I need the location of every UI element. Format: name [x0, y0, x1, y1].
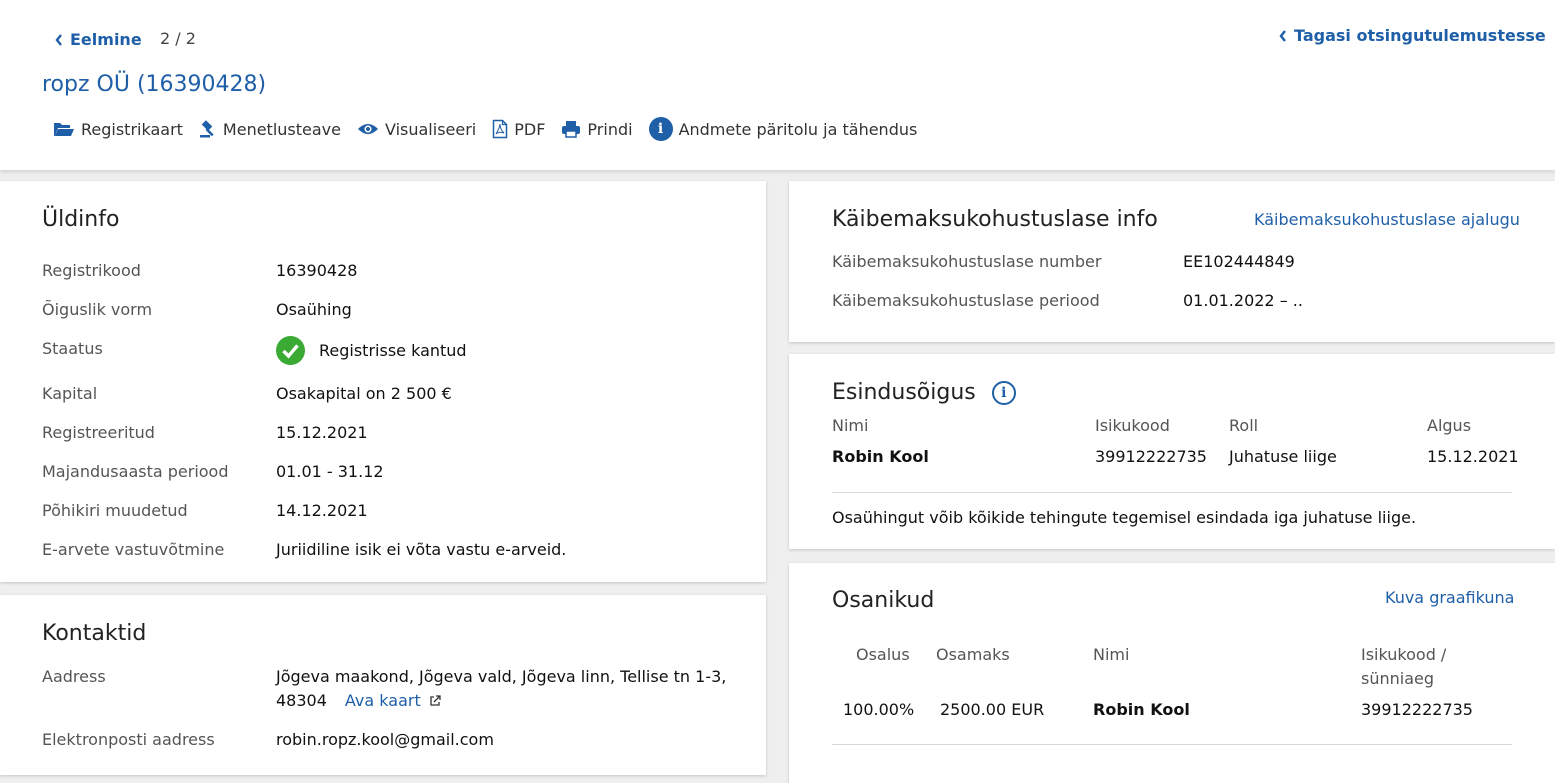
field-label: Registrikood — [42, 261, 141, 280]
representative-role: Juhatuse liige — [1229, 447, 1337, 466]
pdf-file-icon — [493, 119, 508, 139]
legal-form-value: Osaühing — [276, 300, 352, 319]
field-label: Käibemaksukohustuslase number — [832, 252, 1102, 271]
column-header: Algus — [1427, 416, 1472, 435]
field-label: Registreeritud — [42, 423, 155, 442]
toolbar-label: Visualiseeri — [384, 119, 477, 139]
shareholder-id: 39912222735 — [1361, 700, 1473, 719]
field-label: Majandusaasta periood — [42, 462, 229, 481]
toolbar-label: PDF — [514, 119, 546, 139]
share-percentage: 100.00% — [843, 700, 915, 719]
column-header: Nimi — [832, 416, 869, 435]
registered-value: 15.12.2021 — [276, 423, 368, 442]
field-label: Kapital — [42, 384, 98, 403]
previous-label: Eelmine — [70, 30, 142, 49]
vat-number-value: EE102444849 — [1183, 252, 1295, 271]
representation-note: Osaühingut võib kõikide tehingute tegemi… — [832, 508, 1417, 527]
toolbar-label: Prindi — [587, 119, 633, 139]
open-map-link[interactable]: Ava kaart — [345, 691, 441, 710]
vat-info-card: Käibemaksukohustuslase info Käibemaksuko… — [789, 181, 1555, 342]
registry-card-button[interactable]: Registrikaart — [53, 120, 183, 139]
representation-card: Esindusõigus i Nimi Isikukood Roll Algus… — [789, 354, 1555, 549]
data-origin-button[interactable]: i Andmete päritolu ja tähendus — [648, 117, 918, 141]
back-label: Tagasi otsingutulemustesse — [1294, 26, 1546, 45]
field-label: Staatus — [42, 339, 103, 358]
field-label: Elektronposti aadress — [42, 730, 215, 749]
section-heading: Esindusõigus — [832, 380, 976, 405]
section-header: Esindusõigus i — [832, 380, 1016, 405]
column-header: sünniaeg — [1361, 669, 1435, 688]
info-circle-icon[interactable]: i — [991, 380, 1016, 405]
pager: 2 / 2 — [160, 29, 196, 48]
divider — [832, 492, 1512, 493]
field-label: Käibemaksukohustuslase periood — [832, 291, 1100, 310]
status-badge: Registrisse kantud — [276, 336, 467, 365]
e-invoice-value: Juriidiline isik ei võta vastu e-arveid. — [276, 540, 567, 559]
eye-icon — [357, 124, 378, 134]
toolbar-label: Menetlusteave — [222, 119, 341, 139]
section-heading: Üldinfo — [42, 207, 120, 232]
share-contribution: 2500.00 EUR — [940, 700, 1045, 719]
column-header: Isikukood — [1095, 416, 1170, 435]
divider — [832, 744, 1512, 745]
address-line-1: Jõgeva maakond, Jõgeva vald, Jõgeva linn… — [276, 667, 727, 686]
section-heading: Käibemaksukohustuslase info — [832, 207, 1158, 232]
chevron-left-icon — [1279, 29, 1286, 42]
capital-value: Osakapital on 2 500 € — [276, 384, 452, 403]
page-title: ropz OÜ (16390428) — [42, 72, 267, 97]
section-heading: Osanikud — [832, 588, 935, 613]
column-header: Isikukood / — [1361, 645, 1447, 664]
field-label: E-arvete vastuvõtmine — [42, 540, 225, 559]
external-link-icon — [430, 694, 441, 706]
pdf-button[interactable]: PDF — [492, 119, 545, 139]
back-to-results-link[interactable]: Tagasi otsingutulemustesse — [1278, 26, 1546, 45]
section-heading: Kontaktid — [42, 621, 147, 646]
fiscal-period-value: 01.01 - 31.12 — [276, 462, 384, 481]
print-button[interactable]: Prindi — [561, 119, 633, 139]
postal-code: 48304 — [276, 691, 327, 710]
field-label: Põhikiri muudetud — [42, 501, 188, 520]
visualize-button[interactable]: Visualiseeri — [357, 120, 476, 139]
toolbar: Registrikaart Menetlusteave Visualiseeri… — [53, 117, 933, 141]
shareholders-card: Osanikud Kuva graafikuna Osalus Osamaks … — [789, 563, 1555, 783]
gavel-icon — [199, 120, 214, 138]
column-header: Osamaks — [936, 645, 1010, 664]
show-as-chart-link[interactable]: Kuva graafikuna — [1385, 588, 1514, 607]
statute-changed-value: 14.12.2021 — [276, 501, 368, 520]
representative-name: Robin Kool — [832, 447, 929, 466]
vat-period-value: 01.01.2022 – .. — [1183, 291, 1303, 310]
representative-id: 39912222735 — [1095, 447, 1207, 466]
representative-start: 15.12.2021 — [1427, 447, 1519, 466]
status-value: Registrisse kantud — [319, 341, 467, 360]
vat-history-link[interactable]: Käibemaksukohustuslase ajalugu — [1254, 210, 1520, 229]
contacts-card: Kontaktid Aadress Jõgeva maakond, Jõgeva… — [0, 595, 766, 775]
folder-open-icon — [54, 123, 74, 136]
printer-icon — [562, 121, 581, 138]
general-info-card: Üldinfo Registrikood 16390428 Õiguslik v… — [0, 181, 766, 582]
toolbar-label: Andmete päritolu ja tähendus — [678, 119, 918, 139]
column-header: Osalus — [856, 645, 910, 664]
info-circle-icon: i — [648, 117, 673, 141]
column-header: Nimi — [1093, 645, 1130, 664]
address-line-2-row: 48304 Ava kaart — [276, 691, 441, 710]
field-label: Õiguslik vorm — [42, 300, 153, 319]
previous-link[interactable]: Eelmine — [54, 30, 142, 49]
shareholder-name: Robin Kool — [1093, 700, 1190, 719]
registry-code-value: 16390428 — [276, 261, 358, 280]
check-circle-icon — [276, 336, 305, 365]
open-map-label: Ava kaart — [344, 691, 421, 710]
field-label: Aadress — [42, 667, 106, 686]
proceedings-button[interactable]: Menetlusteave — [199, 120, 341, 139]
email-value: robin.ropz.kool@gmail.com — [276, 730, 494, 749]
toolbar-label: Registrikaart — [81, 119, 183, 139]
chevron-left-icon — [55, 33, 62, 46]
column-header: Roll — [1229, 416, 1259, 435]
